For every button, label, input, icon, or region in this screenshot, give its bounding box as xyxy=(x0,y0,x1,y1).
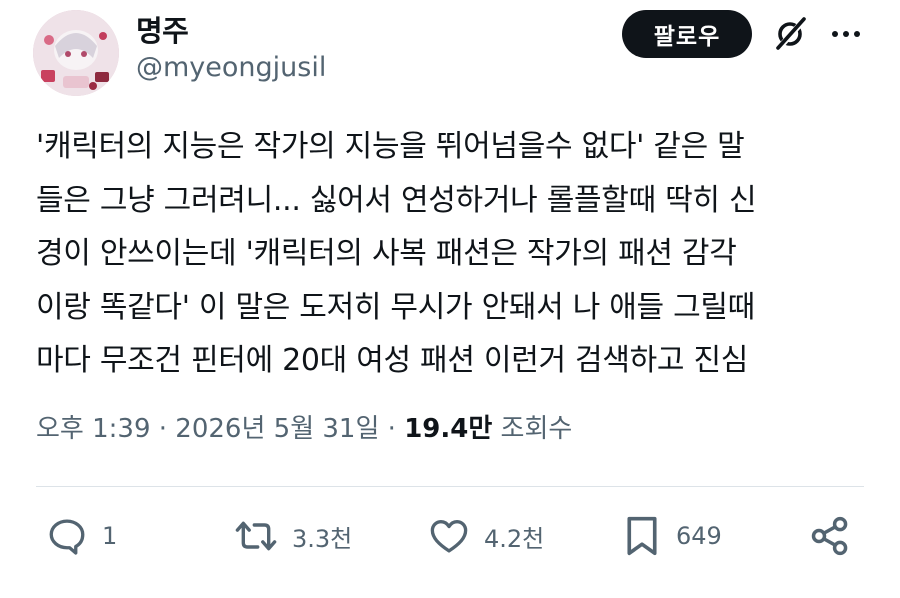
tweet-date[interactable]: 2026년 5월 31일 xyxy=(175,414,379,444)
retweet-icon xyxy=(235,521,277,551)
follow-button[interactable]: 팔로우 xyxy=(622,10,752,58)
meta-separator: · xyxy=(379,414,405,444)
reply-button[interactable]: 1 xyxy=(46,512,117,560)
views-label: 조회수 xyxy=(500,414,573,444)
divider xyxy=(36,486,864,487)
tweet-line: 경이 안쓰이는데 '캐릭터의 사복 패션은 작가의 패션 감각 xyxy=(36,236,737,271)
avatar[interactable] xyxy=(33,10,119,96)
bookmark-count: 649 xyxy=(676,522,722,550)
more-icon[interactable] xyxy=(830,22,862,46)
tweet-line: 들은 그냥 그러려니... 싫어서 연성하거나 롤플할때 딱히 신 xyxy=(36,182,757,218)
meta-separator: · xyxy=(150,414,176,444)
grok-icon[interactable] xyxy=(771,15,809,53)
share-button[interactable] xyxy=(808,512,852,560)
user-handle[interactable]: @myeongjusil xyxy=(136,52,326,83)
tweet-meta: 오후 1:39 · 2026년 5월 31일 · 19.4만 조회수 xyxy=(36,408,572,445)
views-count[interactable]: 19.4만 xyxy=(404,414,492,444)
bookmark-button[interactable]: 649 xyxy=(622,512,722,560)
reply-count: 1 xyxy=(102,522,118,550)
tweet-line: 이랑 똑같다' 이 말은 도저히 무시가 안돼서 나 애들 그릴때 xyxy=(36,289,755,325)
share-icon xyxy=(811,516,848,556)
heart-icon xyxy=(430,519,468,553)
tweet-line: 마다 무조건 핀터에 20대 여성 패션 이런거 검색하고 진심 xyxy=(36,343,749,378)
like-button[interactable]: 4.2천 xyxy=(428,512,544,560)
retweet-button[interactable]: 3.3천 xyxy=(234,512,352,560)
bookmark-icon xyxy=(627,516,657,556)
like-count: 4.2천 xyxy=(484,524,545,553)
display-name[interactable]: 명주 xyxy=(136,8,189,50)
reply-icon xyxy=(49,519,85,555)
tweet-time[interactable]: 오후 1:39 xyxy=(36,414,151,444)
retweet-count: 3.3천 xyxy=(292,524,353,553)
tweet-line: '캐릭터의 지능은 작가의 지능을 뛰어넘을수 없다' 같은 말 xyxy=(36,129,745,164)
avatar-illustration xyxy=(33,10,119,96)
tweet-text: '캐릭터의 지능은 작가의 지능을 뛰어넘을수 없다' 같은 말 들은 그냥 그… xyxy=(36,120,876,388)
